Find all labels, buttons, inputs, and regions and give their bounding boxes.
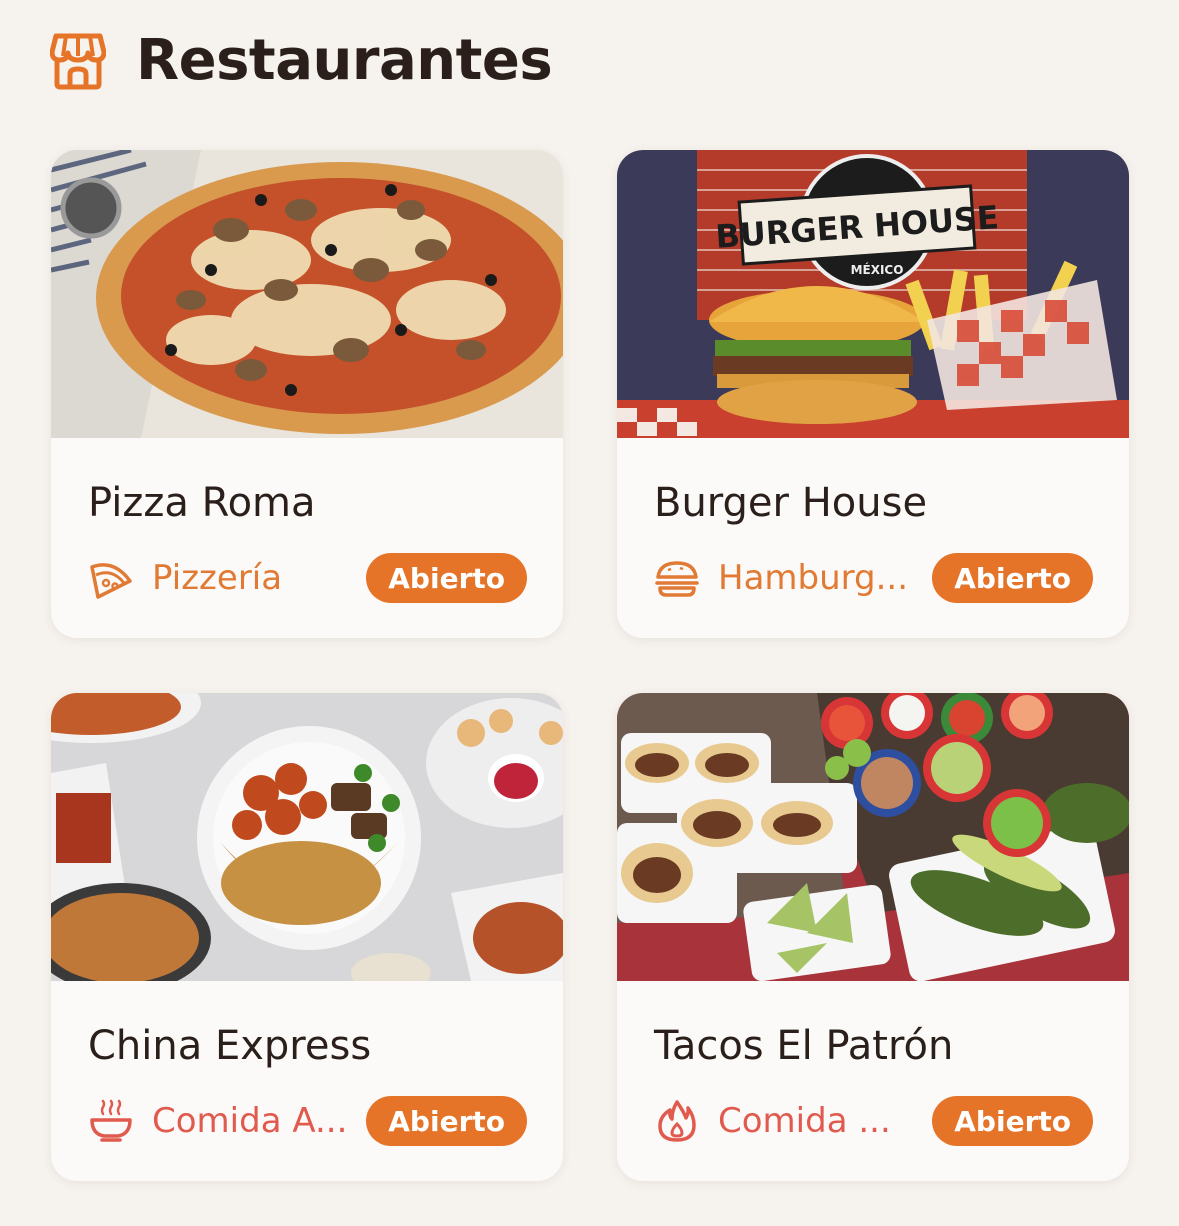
category-label: Pizzería <box>152 558 283 598</box>
page-header: Restaurantes <box>50 28 553 93</box>
restaurant-meta: Hamburg... Abierto <box>654 552 1093 604</box>
burger-sign-subtitle: MÉXICO <box>851 262 904 277</box>
restaurant-name: Tacos El Patrón <box>654 1023 954 1069</box>
status-badge: Abierto <box>366 1096 527 1146</box>
pizza-photo <box>51 150 563 438</box>
restaurant-card-china-express[interactable]: China Express Comida A... Abierto <box>51 693 563 1181</box>
restaurant-meta: Comida A... Abierto <box>88 1095 527 1147</box>
status-badge: Abierto <box>366 553 527 603</box>
restaurant-name: Pizza Roma <box>88 480 316 526</box>
page-title: Restaurantes <box>136 28 553 93</box>
tacos-photo <box>617 693 1129 981</box>
restaurant-name: China Express <box>88 1023 372 1069</box>
status-badge: Abierto <box>932 553 1093 603</box>
flame-icon <box>658 1100 696 1142</box>
restaurant-meta: Comida ... Abierto <box>654 1095 1093 1147</box>
status-badge: Abierto <box>932 1096 1093 1146</box>
category-label: Hamburg... <box>718 558 909 598</box>
restaurant-card-tacos-el-patron[interactable]: Tacos El Patrón Comida ... Abierto <box>617 693 1129 1181</box>
store-icon <box>50 33 106 89</box>
restaurant-card-burger-house[interactable]: BURGER HOUSE MÉXICO Burger House Hamburg… <box>617 150 1129 638</box>
burger-house-photo: BURGER HOUSE MÉXICO <box>617 150 1129 438</box>
category-label: Comida A... <box>152 1101 348 1141</box>
restaurant-card-pizza-roma[interactable]: Pizza Roma Pizzería Abierto <box>51 150 563 638</box>
bowl-icon <box>90 1099 132 1142</box>
chinese-food-photo <box>51 693 563 981</box>
restaurant-name: Burger House <box>654 480 928 526</box>
restaurant-meta: Pizzería Abierto <box>88 552 527 604</box>
burger-icon <box>655 561 699 597</box>
pizza-slice-icon <box>90 563 132 599</box>
category-label: Comida ... <box>718 1101 891 1141</box>
